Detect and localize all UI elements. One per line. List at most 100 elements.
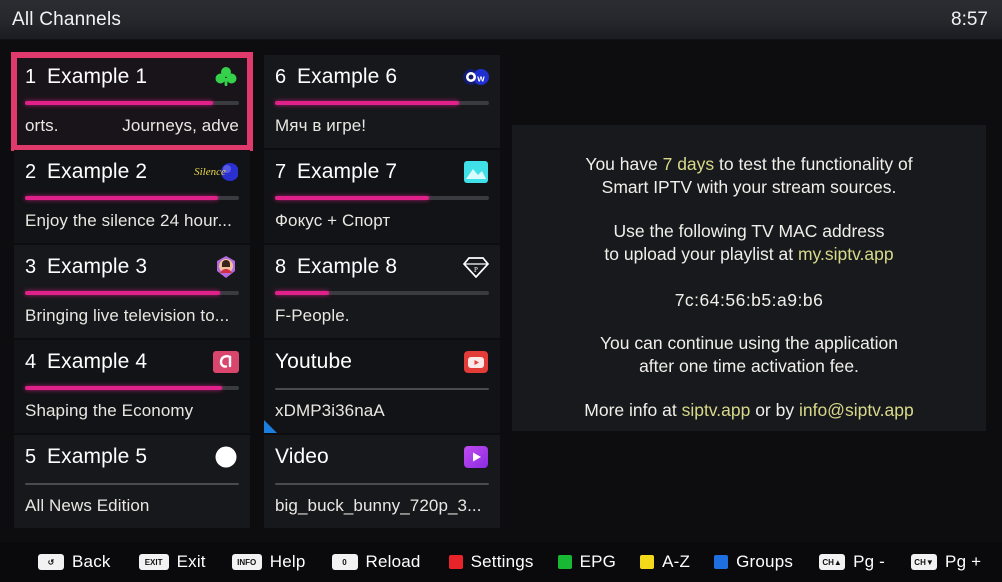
channel-description: Enjoy the silence 24 hour... xyxy=(25,211,239,231)
channel-progress-bar xyxy=(275,388,489,390)
channel-progress-bar xyxy=(275,291,489,295)
toolbar-green-key[interactable]: EPG xyxy=(557,542,617,582)
cyan-photo-icon xyxy=(463,159,489,185)
channel-progress-bar xyxy=(25,196,239,200)
channel-name: Example 1 xyxy=(47,65,148,88)
channel-progress-bar xyxy=(25,483,239,485)
siptv-email-link[interactable]: info@siptv.app xyxy=(799,400,914,420)
ch-up-key-keycap-icon: CH▲ xyxy=(819,554,846,570)
channel-description: xDMP3i36naA xyxy=(275,401,489,421)
mac-instructions: Use the following TV MAC address to uplo… xyxy=(512,220,986,266)
channel-progress-bar xyxy=(25,101,239,105)
clover-green-icon xyxy=(213,64,239,90)
red-key-swatch-icon xyxy=(448,555,463,569)
channel-cell[interactable]: 6 Example 6 w Мяч в игре! xyxy=(264,55,500,148)
toolbar-label: Pg - xyxy=(853,552,886,571)
back-key-keycap-icon: ↺ xyxy=(38,554,64,570)
toolbar-label: EPG xyxy=(579,552,617,571)
channel-cell[interactable]: 1 Example 1 orts. Journeys, adve xyxy=(14,55,250,148)
trial-days-highlight: 7 days xyxy=(662,154,715,174)
channel-cell[interactable]: 4 Example 4 Shaping the Economy xyxy=(14,340,250,433)
clock: 8:57 xyxy=(951,9,988,30)
toolbar-info-key[interactable]: INFO Help xyxy=(231,542,306,582)
activation-note: You can continue using the application a… xyxy=(512,332,986,378)
channel-cell[interactable]: 2 Example 2 Silence Enjoy the silence 24 ho… xyxy=(14,150,250,243)
channel-description: Фокус + Спорт xyxy=(275,211,489,231)
channel-progress-bar xyxy=(25,291,239,295)
channel-description-left: orts. xyxy=(25,116,59,135)
mac-address: 7c:64:56:b5:a9:b6 xyxy=(674,290,824,310)
green-key-swatch-icon xyxy=(557,555,572,569)
channel-description-left: Enjoy the silence 24 hour... xyxy=(25,211,232,230)
upload-site-link[interactable]: my.siptv.app xyxy=(798,244,894,264)
trial-info-a: You have xyxy=(585,154,663,174)
info-panel: You have 7 days to test the functionalit… xyxy=(512,125,986,431)
diamond-outline-icon: P xyxy=(463,254,489,280)
channel-description: All News Edition xyxy=(25,496,239,516)
toolbar-zero-key[interactable]: 0 Reload xyxy=(331,542,421,582)
channel-number: 5 xyxy=(25,445,37,468)
channel-cell[interactable]: 5 Example 5 All News Edition xyxy=(14,435,250,528)
channel-progress-fill xyxy=(25,291,220,295)
channel-cell[interactable]: 7 Example 7 Фокус + Спорт xyxy=(264,150,500,243)
trial-info-c: Smart IPTV with your stream sources. xyxy=(601,177,897,197)
channel-number: 3 xyxy=(25,255,37,278)
channel-name: Youtube xyxy=(275,350,353,373)
channel-number: 6 xyxy=(275,65,287,88)
toolbar-label: Back xyxy=(72,552,111,571)
channel-number: 4 xyxy=(25,350,37,373)
channel-name: Example 4 xyxy=(47,350,148,373)
channel-header: 1 Example 1 xyxy=(25,62,239,92)
channel-description: F-People. xyxy=(275,306,489,326)
channel-cell[interactable]: 3 Example 3 Bringing live television to... xyxy=(14,245,250,338)
top-bar: All Channels 8:57 xyxy=(0,0,1002,40)
info-key-keycap-icon: INFO xyxy=(231,554,262,570)
channel-cell[interactable]: Video big_buck_bunny_720p_3... xyxy=(264,435,500,528)
channel-header: 4 Example 4 xyxy=(25,347,239,377)
channel-progress-fill xyxy=(25,196,218,200)
channel-name: Example 6 xyxy=(297,65,398,88)
channel-cell[interactable]: 8 Example 8 P F-People. xyxy=(264,245,500,338)
toolbar-ch-up-key[interactable]: CH▲ Pg - xyxy=(819,542,885,582)
trial-info-b: to test the functionality of xyxy=(714,154,913,174)
channel-description-left: Bringing live television to... xyxy=(25,306,230,325)
bottom-toolbar: ↺ Back EXIT Exit INFO Help 0 Reload Settings EPG A… xyxy=(0,542,1002,582)
siptv-site-link[interactable]: siptv.app xyxy=(682,400,751,420)
page-title: All Channels xyxy=(12,9,122,30)
channel-description: Bringing live television to... xyxy=(25,306,239,326)
mac-instructions-b: to upload your playlist at xyxy=(604,244,798,264)
mac-instructions-a: Use the following TV MAC address xyxy=(613,221,885,241)
channel-header: 2 Example 2 Silence xyxy=(25,157,239,187)
more-info-b: or by xyxy=(750,400,799,420)
playing-corner-marker xyxy=(264,420,277,433)
purple-play-icon xyxy=(463,444,489,470)
channel-name: Example 7 xyxy=(297,160,398,183)
channel-progress-bar xyxy=(275,483,489,485)
channel-header: 5 Example 5 xyxy=(25,442,239,472)
toolbar-label: Help xyxy=(269,552,306,571)
toolbar-red-key[interactable]: Settings xyxy=(448,542,534,582)
channel-description-left: big_buck_bunny_720p_3... xyxy=(275,496,482,515)
more-info-line: More info at siptv.app or by info@siptv.… xyxy=(512,399,986,422)
toolbar-exit-key[interactable]: EXIT Exit xyxy=(138,542,206,582)
channel-description-left: xDMP3i36naA xyxy=(275,401,385,420)
toolbar-ch-down-key[interactable]: CH▼ Pg + xyxy=(911,542,981,582)
channel-name: Example 8 xyxy=(297,255,398,278)
dw-icon: w xyxy=(463,64,489,90)
toolbar-yellow-key[interactable]: A-Z xyxy=(640,542,690,582)
white-circle-icon xyxy=(213,444,239,470)
toolbar-back-key[interactable]: ↺ Back xyxy=(38,542,111,582)
exit-key-keycap-icon: EXIT xyxy=(138,554,169,570)
channel-cell[interactable]: Youtube xDMP3i36naA xyxy=(264,340,500,433)
toolbar-blue-key[interactable]: Groups xyxy=(714,542,793,582)
yellow-key-swatch-icon xyxy=(640,555,655,569)
channel-progress-fill xyxy=(275,291,329,295)
channel-name: Example 2 xyxy=(47,160,148,183)
svg-text:Silence: Silence xyxy=(194,166,226,178)
channel-header: 8 Example 8 P xyxy=(275,252,489,282)
more-info-a: More info at xyxy=(584,400,682,420)
channel-header: 7 Example 7 xyxy=(275,157,489,187)
channel-description-left: Мяч в игре! xyxy=(275,116,367,135)
toolbar-label: Settings xyxy=(470,552,534,571)
channel-description-left: Shaping the Economy xyxy=(25,401,194,420)
